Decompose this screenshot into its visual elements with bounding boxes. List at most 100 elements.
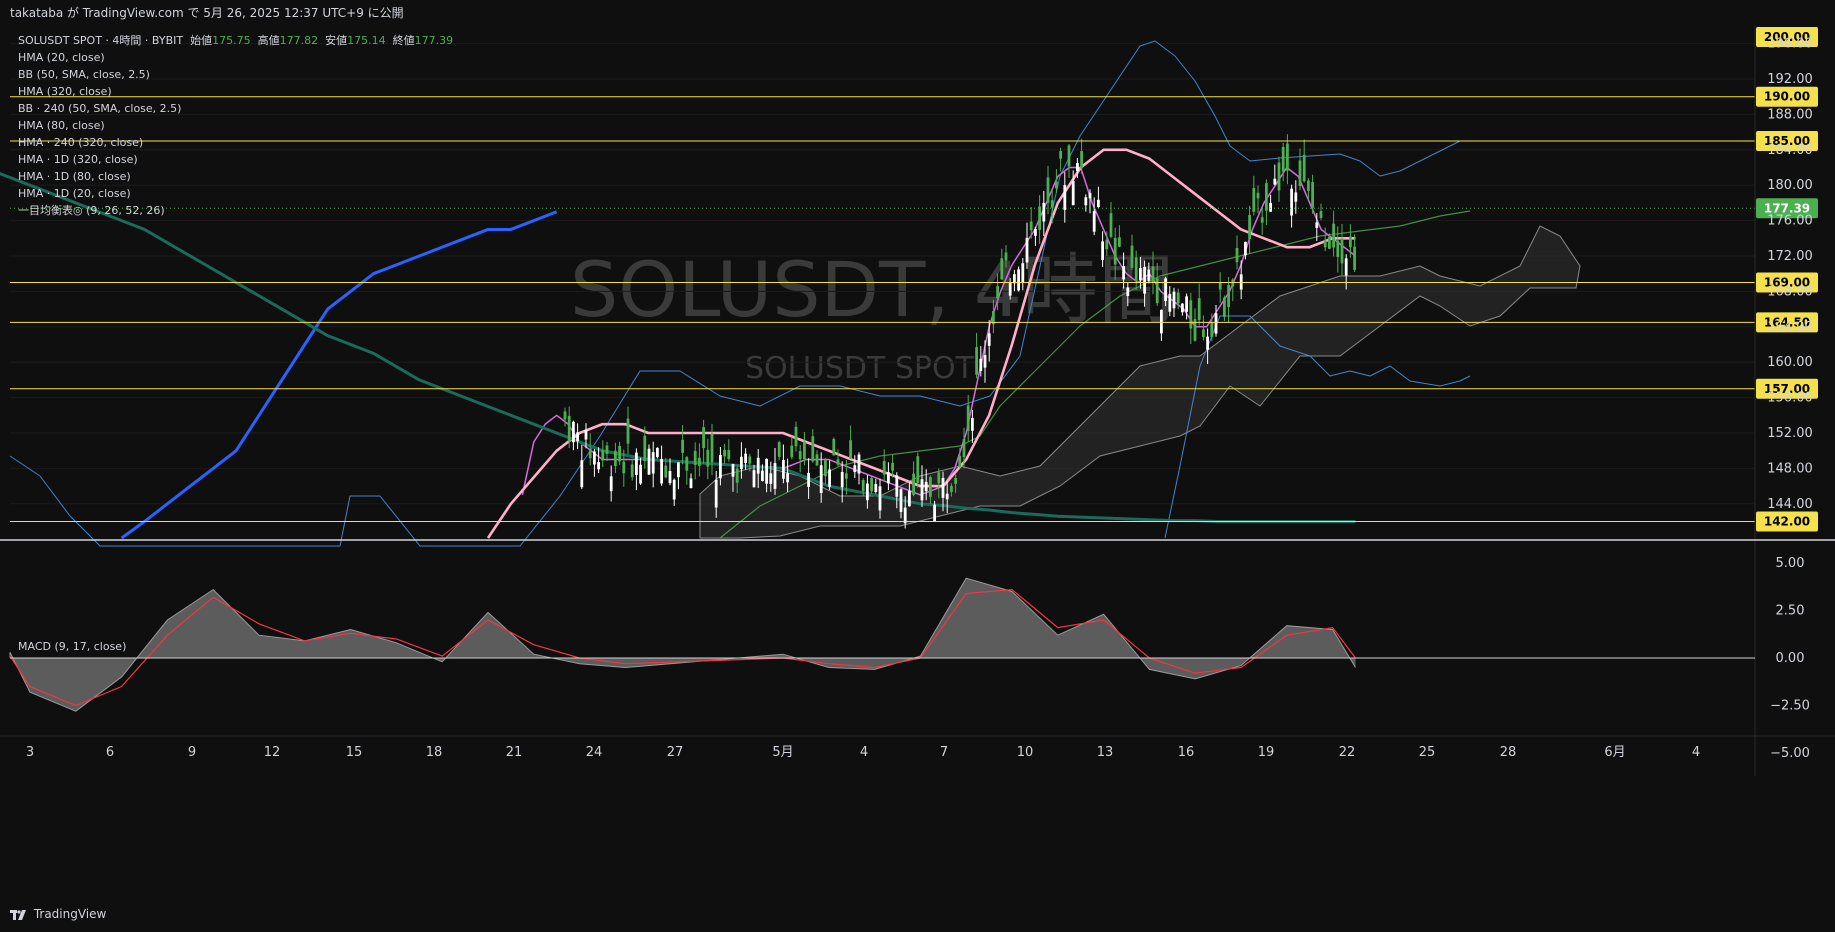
x-tick-label: 22 bbox=[1339, 745, 1356, 760]
candle-body bbox=[1210, 322, 1214, 338]
price-level-label: 190.00 bbox=[1764, 90, 1810, 104]
candle-body bbox=[983, 355, 987, 368]
candle-body bbox=[840, 471, 844, 488]
legend-indicator[interactable]: HMA (20, close) bbox=[18, 49, 453, 66]
candle-body bbox=[643, 435, 647, 462]
candle-body bbox=[727, 450, 731, 459]
candle-body bbox=[782, 459, 785, 479]
candle-body bbox=[1021, 263, 1025, 283]
candle-body bbox=[756, 457, 760, 474]
candle-body bbox=[996, 286, 999, 299]
candle-body bbox=[588, 448, 592, 459]
candle-body bbox=[714, 479, 718, 508]
macd-y-tick-label: −2.50 bbox=[1770, 699, 1810, 714]
candle-body bbox=[689, 478, 693, 488]
candle-body bbox=[1071, 181, 1075, 206]
candle-body bbox=[937, 472, 941, 484]
candle-body bbox=[1118, 237, 1121, 247]
candle-body bbox=[1298, 160, 1302, 186]
candle-body bbox=[1025, 237, 1029, 263]
candle-body bbox=[1097, 199, 1100, 208]
candle-body bbox=[1050, 200, 1054, 208]
legend-indicator[interactable]: BB · 240 (50, SMA, close, 2.5) bbox=[18, 100, 453, 117]
legend-indicator[interactable]: HMA (80, close) bbox=[18, 117, 453, 134]
candle-body bbox=[576, 432, 579, 442]
candle-body bbox=[1151, 266, 1155, 283]
candle-body bbox=[1168, 293, 1172, 312]
candle-body bbox=[958, 455, 962, 467]
candle-body bbox=[1277, 162, 1281, 191]
y-tick-label: 156.00 bbox=[1767, 391, 1813, 406]
y-tick-label: 148.00 bbox=[1767, 461, 1813, 476]
candle-body bbox=[1067, 145, 1071, 167]
candle-body bbox=[651, 452, 655, 474]
candle-body bbox=[987, 333, 991, 346]
candle-body bbox=[1189, 300, 1193, 329]
x-tick-label: 5月 bbox=[772, 745, 793, 760]
candle-body bbox=[567, 415, 571, 442]
legend-indicator[interactable]: BB (50, SMA, close, 2.5) bbox=[18, 66, 453, 83]
publish-header: takataba が TradingView.com で 5月 26, 2025… bbox=[0, 0, 1835, 26]
candle-body bbox=[656, 447, 659, 458]
legend-low-label: 安値 bbox=[325, 34, 348, 47]
y-tick-label: 180.00 bbox=[1767, 178, 1813, 193]
candle-body bbox=[681, 439, 684, 453]
candle-body bbox=[685, 457, 689, 471]
candle-body bbox=[572, 421, 575, 443]
x-tick-label: 9 bbox=[188, 745, 196, 760]
candle-body bbox=[639, 464, 642, 484]
candle-body bbox=[1101, 241, 1104, 261]
legend-indicator[interactable]: HMA (320, close) bbox=[18, 83, 453, 100]
candle-body bbox=[1197, 298, 1201, 321]
candle-body bbox=[1076, 163, 1079, 172]
candle-body bbox=[924, 481, 928, 492]
candle-body bbox=[824, 460, 827, 477]
candle-body bbox=[660, 459, 663, 484]
candle-body bbox=[735, 468, 739, 483]
candle-body bbox=[1000, 258, 1004, 280]
legend-indicator[interactable]: HMA · 1D (80, close) bbox=[18, 168, 453, 185]
candle-body bbox=[1143, 267, 1146, 294]
macd-y-tick-label: −5.00 bbox=[1770, 746, 1810, 761]
candle-body bbox=[912, 473, 915, 495]
candle-body bbox=[1281, 146, 1285, 172]
y-tick-label: 196.00 bbox=[1767, 37, 1813, 52]
candle-body bbox=[609, 476, 613, 492]
x-tick-label: 6月 bbox=[1604, 745, 1625, 760]
legend-indicator[interactable]: HMA · 1D (320, close) bbox=[18, 151, 453, 168]
candle-body bbox=[899, 489, 903, 512]
candle-body bbox=[845, 473, 848, 479]
legend-indicator[interactable]: HMA · 1D (20, close) bbox=[18, 185, 453, 202]
legend-indicator[interactable]: HMA · 240 (320, close) bbox=[18, 134, 453, 151]
candle-body bbox=[1319, 211, 1323, 218]
candle-body bbox=[971, 418, 974, 431]
candle-body bbox=[1214, 313, 1218, 334]
footer-brand: TradingView bbox=[33, 907, 107, 921]
legend-indicator[interactable]: 一目均衡表◎ (9, 26, 52, 26) bbox=[18, 202, 453, 219]
y-tick-label: 152.00 bbox=[1767, 426, 1813, 441]
x-tick-label: 6 bbox=[106, 745, 114, 760]
watermark-main: SOLUSDT, 4時間 bbox=[570, 245, 1174, 334]
price-level-label: 142.00 bbox=[1764, 515, 1810, 529]
candle-body bbox=[1113, 237, 1117, 265]
candle-body bbox=[1063, 185, 1067, 210]
candle-body bbox=[693, 450, 697, 465]
candle-body bbox=[807, 472, 810, 487]
x-tick-label: 16 bbox=[1178, 745, 1195, 760]
candle-body bbox=[1084, 197, 1088, 206]
candle-body bbox=[769, 473, 773, 485]
y-tick-label: 172.00 bbox=[1767, 249, 1813, 264]
candle-body bbox=[773, 463, 777, 489]
candle-body bbox=[1139, 268, 1142, 281]
candle-body bbox=[786, 473, 789, 483]
macd-label[interactable]: MACD (9, 17, close) bbox=[18, 640, 126, 653]
candle-body bbox=[1311, 182, 1314, 208]
candle-body bbox=[895, 475, 899, 497]
candle-body bbox=[975, 347, 978, 375]
candle-body bbox=[630, 464, 634, 478]
candle-body bbox=[1273, 178, 1277, 185]
candle-body bbox=[601, 449, 605, 461]
candle-body bbox=[1092, 211, 1096, 232]
candle-body bbox=[1256, 192, 1260, 199]
y-tick-label: 184.00 bbox=[1767, 143, 1813, 158]
